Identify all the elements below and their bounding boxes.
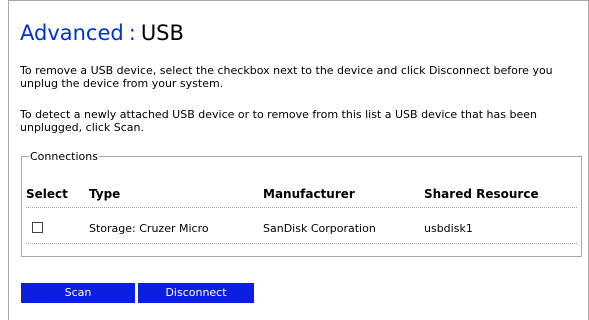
column-header-shared-resource: Shared Resource xyxy=(424,187,539,201)
column-header-select: Select xyxy=(26,187,68,201)
panel-top-border xyxy=(8,0,589,1)
column-header-manufacturer: Manufacturer xyxy=(263,187,355,201)
detect-instructions: To detect a newly attached USB device or… xyxy=(20,108,537,134)
disconnect-button[interactable]: Disconnect xyxy=(138,283,254,303)
device-select-checkbox[interactable] xyxy=(32,222,43,233)
device-manufacturer-cell: SanDisk Corporation xyxy=(263,222,376,235)
page-title-section: Advanced xyxy=(20,21,124,45)
column-header-type: Type xyxy=(89,187,121,201)
connections-group: Connections xyxy=(21,151,582,257)
device-type-cell: Storage: Cruzer Micro xyxy=(89,222,209,235)
scan-button[interactable]: Scan xyxy=(21,283,135,303)
page-title: Advanced: USB xyxy=(20,20,184,46)
row-divider xyxy=(26,243,577,244)
content-panel: Advanced: USB To remove a USB device, sel… xyxy=(0,0,589,320)
page-title-separator: : xyxy=(128,21,136,45)
panel-left-border xyxy=(8,0,9,320)
header-divider xyxy=(26,207,577,208)
connections-legend: Connections xyxy=(30,150,98,163)
device-shared-resource-cell: usbdisk1 xyxy=(424,222,473,235)
remove-instructions: To remove a USB device, select the check… xyxy=(20,64,553,90)
page-title-name: USB xyxy=(140,21,184,45)
